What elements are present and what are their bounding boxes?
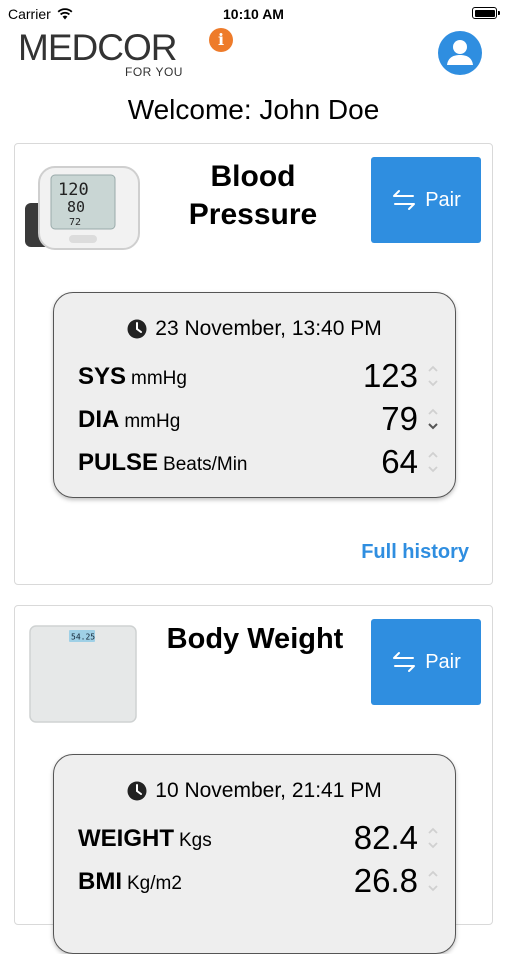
reading-date-text: 23 November, 13:40 PM bbox=[155, 317, 382, 340]
title-line: Blood bbox=[210, 160, 296, 193]
clock-icon bbox=[127, 319, 147, 339]
value-stepper[interactable] bbox=[426, 361, 440, 391]
reading-row: WEIGHT Kgs 82.4 bbox=[78, 819, 438, 859]
battery-icon bbox=[472, 7, 500, 19]
svg-text:120: 120 bbox=[58, 180, 89, 200]
reading-name: PULSE bbox=[78, 449, 159, 476]
pair-label: Pair bbox=[425, 650, 461, 673]
reading-value: 123 bbox=[362, 357, 418, 394]
logo-text: MEDCOR bbox=[18, 27, 177, 68]
full-history-link[interactable]: Full history bbox=[361, 541, 469, 564]
status-time: 10:10 AM bbox=[223, 6, 284, 22]
reading-name: BMI bbox=[78, 868, 122, 895]
user-icon bbox=[447, 40, 473, 65]
reading-row: SYS mmHg 123 bbox=[78, 357, 438, 397]
clock-icon bbox=[127, 781, 147, 801]
swap-arrows-icon bbox=[393, 190, 416, 210]
blood-pressure-monitor-image: 120 80 72 bbox=[25, 163, 141, 255]
reading-row: BMI Kg/m2 26.8 bbox=[78, 862, 438, 902]
body-weight-card: 54.25 Body Weight Pair 10 November, 21:4… bbox=[14, 605, 493, 954]
blood-pressure-reading-panel: 23 November, 13:40 PM SYS mmHg 123 DIA mmH… bbox=[53, 292, 456, 498]
reading-label: BMI Kg/m2 bbox=[78, 868, 182, 896]
reading-name: SYS bbox=[78, 363, 127, 390]
swap-arrows-icon bbox=[393, 652, 416, 672]
value-stepper[interactable] bbox=[426, 823, 440, 853]
reading-name: DIA bbox=[78, 406, 120, 433]
body-weight-reading-panel: 10 November, 21:41 PM WEIGHT Kgs 82.4 BMI… bbox=[53, 754, 456, 954]
reading-date: 10 November, 21:41 PM bbox=[54, 779, 455, 803]
status-bar: Carrier 10:10 AM bbox=[0, 0, 507, 26]
pair-button[interactable]: Pair bbox=[371, 619, 481, 705]
reading-unit: Beats/Min bbox=[163, 454, 248, 475]
value-stepper[interactable] bbox=[426, 404, 440, 434]
welcome-text: Welcome: John Doe bbox=[127, 94, 380, 125]
reading-unit: Kgs bbox=[179, 830, 212, 851]
reading-unit: mmHg bbox=[131, 368, 187, 389]
reading-row: DIA mmHg 79 bbox=[78, 400, 438, 440]
title-line: Pressure bbox=[188, 198, 318, 231]
info-icon[interactable]: i bbox=[209, 28, 233, 52]
scale-image: 54.25 bbox=[29, 625, 137, 723]
reading-label: DIA mmHg bbox=[78, 406, 180, 434]
value-stepper[interactable] bbox=[426, 447, 440, 477]
reading-value: 82.4 bbox=[353, 819, 418, 856]
medcor-logo: MEDCOR FOR YOU i bbox=[18, 27, 233, 82]
pair-label: Pair bbox=[425, 188, 461, 211]
body-weight-title: Body Weight bbox=[166, 623, 344, 655]
reading-name: WEIGHT bbox=[78, 825, 174, 852]
reading-label: WEIGHT Kgs bbox=[78, 825, 212, 853]
reading-unit: mmHg bbox=[124, 411, 181, 432]
logo-subtitle: FOR YOU bbox=[125, 65, 183, 79]
reading-label: PULSE Beats/Min bbox=[78, 449, 248, 477]
svg-text:80: 80 bbox=[67, 198, 85, 216]
blood-pressure-title: Blood Pressure bbox=[153, 158, 353, 234]
app-header: MEDCOR FOR YOU i bbox=[0, 26, 507, 92]
blood-pressure-card: 120 80 72 Blood Pressure Pair 23 Novembe… bbox=[14, 143, 493, 585]
svg-text:72: 72 bbox=[69, 217, 81, 228]
reading-value: 64 bbox=[381, 443, 418, 480]
reading-date-text: 10 November, 21:41 PM bbox=[155, 779, 382, 802]
pair-button[interactable]: Pair bbox=[371, 157, 481, 243]
reading-unit: Kg/m2 bbox=[127, 873, 182, 894]
reading-row: PULSE Beats/Min 64 bbox=[78, 443, 438, 483]
reading-label: SYS mmHg bbox=[78, 363, 187, 391]
reading-value: 26.8 bbox=[353, 862, 418, 899]
reading-value: 79 bbox=[381, 400, 418, 437]
profile-button[interactable] bbox=[438, 31, 482, 75]
reading-date: 23 November, 13:40 PM bbox=[54, 317, 455, 341]
svg-text:54.25: 54.25 bbox=[71, 633, 95, 642]
value-stepper[interactable] bbox=[426, 866, 440, 896]
